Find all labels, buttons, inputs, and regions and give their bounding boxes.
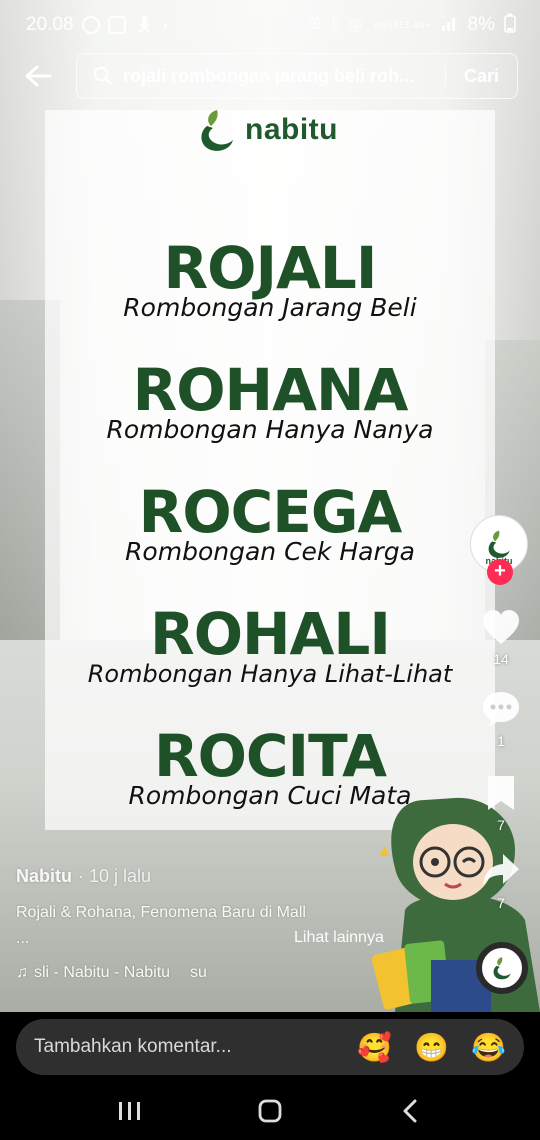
term-meaning: Rombongan Cek Harga xyxy=(125,537,415,566)
caption-description: Rojali & Rohana, Fenomena Baru di Mall xyxy=(16,904,306,921)
term-acronym: ROHALI xyxy=(150,600,391,668)
brand-logo: nabitu xyxy=(195,102,338,158)
search-icon xyxy=(93,66,113,86)
walking-icon: 🚶︎ xyxy=(133,15,156,34)
bookmark-button[interactable]: 7 xyxy=(470,774,532,833)
comment-placeholder: Tambahkan komentar... xyxy=(34,1036,232,1057)
author-name[interactable]: Nabitu xyxy=(16,866,72,886)
bookmark-count: 7 xyxy=(497,817,505,833)
term-meaning: Rombongan Hanya Nanya xyxy=(106,415,434,444)
term-acronym: ROCEGA xyxy=(138,478,403,546)
comment-count: 1 xyxy=(497,733,505,749)
music-disc[interactable] xyxy=(476,942,528,994)
emoji-laugh-button[interactable]: 😂 xyxy=(471,1031,506,1064)
heart-icon xyxy=(483,610,519,644)
hotspot-icon: ◎ xyxy=(348,17,363,34)
search-divider xyxy=(445,65,446,87)
signal-icon xyxy=(441,15,459,35)
music-info[interactable]: ♫ sli - Nabitu - Nabitu su xyxy=(16,964,207,982)
see-more-link[interactable]: Lihat lainnya xyxy=(294,929,384,947)
status-bar: 20.08 🚶︎ • ⏰︎ ᛒ ◎ Vo) LTE1 4G+ 8% xyxy=(0,0,540,50)
comment-input[interactable]: Tambahkan komentar... 🥰 😁 😂 xyxy=(16,1019,524,1075)
comment-bar: Tambahkan komentar... 🥰 😁 😂 xyxy=(0,1012,540,1082)
search-input[interactable]: rojali rombongan jarang beli roh... Cari xyxy=(76,53,518,99)
term-block: ROJALI Rombongan Jarang Beli xyxy=(45,238,495,322)
network-label: Vo) LTE1 4G+ xyxy=(373,19,430,30)
battery-text: 8% xyxy=(467,14,495,35)
leaf-logo-icon xyxy=(493,957,511,980)
caption-ellipsis: ... xyxy=(16,930,30,947)
term-meaning: Rombongan Jarang Beli xyxy=(123,293,417,322)
home-icon xyxy=(258,1099,282,1123)
battery-icon xyxy=(504,13,516,37)
share-arrow-icon xyxy=(483,854,519,886)
comment-button[interactable]: 1 xyxy=(470,690,532,749)
term-block: ROCEGA Rombongan Cek Harga xyxy=(45,482,495,566)
post-time: · 10 j lalu xyxy=(78,866,152,886)
term-block: ROHALI Rombongan Hanya Lihat-Lihat xyxy=(45,604,495,688)
home-button[interactable] xyxy=(240,1091,300,1131)
term-acronym: ROCITA xyxy=(153,722,387,790)
zoom-app-icon xyxy=(107,16,126,34)
music-title-extra: su xyxy=(190,964,207,981)
bluetooth-icon: ᛒ xyxy=(329,16,340,33)
comment-bubble-icon xyxy=(483,692,519,727)
emoji-grin-button[interactable]: 😁 xyxy=(414,1031,449,1064)
music-title: sli - Nabitu - Nabitu xyxy=(34,964,171,981)
caption-author-line[interactable]: Nabitu · 10 j lalu xyxy=(16,866,151,887)
like-button[interactable]: 14 xyxy=(470,608,532,667)
alarm-icon: ⏰︎ xyxy=(308,16,321,33)
like-count: 14 xyxy=(493,651,509,667)
term-block: ROHANA Rombongan Hanya Nanya xyxy=(45,360,495,444)
whatsapp-icon xyxy=(81,16,100,34)
search-button[interactable]: Cari xyxy=(464,66,499,87)
bookmark-icon xyxy=(488,776,514,810)
term-meaning: Rombongan Hanya Lihat-Lihat xyxy=(87,660,453,688)
system-nav-bar xyxy=(0,1082,540,1140)
dot-icon: • xyxy=(163,17,169,33)
back-arrow-icon xyxy=(25,65,52,87)
status-time: 20.08 xyxy=(26,14,74,35)
search-query: rojali rombongan jarang beli roh... xyxy=(123,65,415,86)
term-acronym: ROJALI xyxy=(163,234,378,302)
leaf-logo-icon xyxy=(201,110,233,151)
emoji-hearts-button[interactable]: 🥰 xyxy=(357,1031,392,1064)
follow-button[interactable]: + xyxy=(487,559,513,585)
brand-name: nabitu xyxy=(245,113,338,146)
term-acronym: ROHANA xyxy=(132,356,409,424)
recents-button[interactable] xyxy=(100,1091,160,1131)
share-count: 7 xyxy=(497,895,505,911)
share-button[interactable]: 7 xyxy=(470,852,532,911)
search-header: rojali rombongan jarang beli roh... Cari xyxy=(0,52,540,100)
back-nav-button[interactable] xyxy=(380,1091,440,1131)
chevron-left-icon xyxy=(403,1099,417,1123)
recents-icon xyxy=(119,1102,140,1120)
back-button[interactable] xyxy=(0,52,76,100)
music-note-icon: ♫ xyxy=(16,964,28,981)
